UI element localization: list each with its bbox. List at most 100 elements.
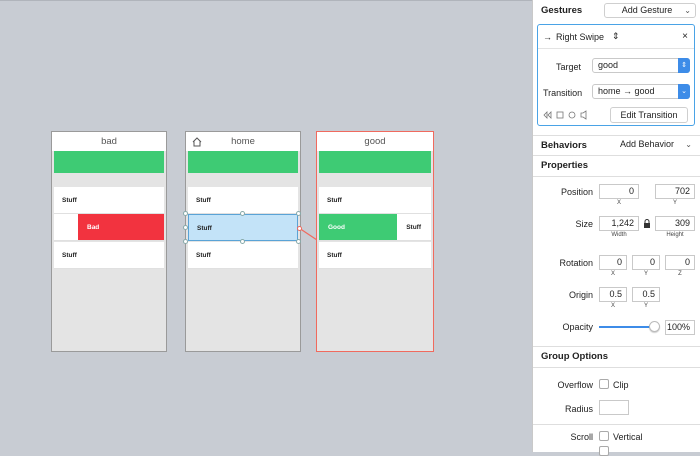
x-sublabel: X [610, 271, 615, 277]
row-label: Stuff [62, 197, 77, 204]
inspector-panel: Gestures Add Gesture ⌄ → Right Swipe ⇕ ×… [532, 0, 700, 456]
list-row[interactable]: Stuff [54, 242, 164, 269]
opacity-input[interactable]: 100% [665, 320, 695, 335]
height-input[interactable]: 309 [655, 216, 695, 231]
z-sublabel: Z [678, 271, 682, 277]
gesture-card[interactable]: → Right Swipe ⇕ × Target good ⇕ Transiti… [537, 24, 695, 126]
resize-handle[interactable] [183, 239, 188, 244]
list-row[interactable]: Stuff [54, 187, 164, 214]
gesture-options-icons[interactable] [543, 110, 595, 120]
scroll-label: Scroll [570, 432, 593, 442]
artboard-bad[interactable]: bad Stuff Bad Stuff [51, 131, 167, 352]
chevron-down-icon: ⌄ [678, 84, 690, 99]
position-x-input[interactable]: 0 [599, 184, 639, 199]
selected-row[interactable]: Stuff [188, 214, 298, 241]
list-row[interactable]: Stuff [188, 187, 298, 214]
gesture-name[interactable]: Right Swipe [556, 32, 604, 42]
bad-action[interactable]: Bad [78, 214, 164, 240]
list-row-swiped[interactable]: Good Stuff [319, 214, 431, 241]
group-options-title: Group Options [541, 351, 609, 362]
rotation-label: Rotation [559, 258, 593, 268]
artboard-title: bad [52, 132, 166, 151]
vertical-label: Vertical [613, 432, 643, 442]
row-label: Stuff [62, 252, 77, 259]
vertical-checkbox[interactable] [599, 431, 609, 441]
clip-label: Clip [613, 380, 629, 390]
resize-handle[interactable] [240, 239, 245, 244]
target-select[interactable]: good ⇕ [592, 58, 690, 73]
edit-transition-button[interactable]: Edit Transition [610, 107, 688, 123]
list-row[interactable]: Stuff [319, 242, 431, 269]
size-label: Size [575, 219, 593, 229]
properties-title: Properties [541, 160, 588, 171]
chevron-down-icon: ⌄ [684, 6, 691, 15]
row-label: Stuff [327, 252, 342, 259]
properties-header: Properties [533, 156, 700, 177]
width-sublabel: Width [611, 232, 627, 238]
artboard-title: home [186, 132, 300, 151]
row-label: Stuff [197, 225, 212, 232]
good-action[interactable]: Good [319, 214, 397, 240]
list-row[interactable]: Stuff [188, 242, 298, 269]
x-sublabel: X [616, 200, 621, 206]
add-behavior-label: Add Behavior [619, 139, 675, 149]
rotation-y-input[interactable]: 0 [632, 255, 660, 270]
list-row-swiped[interactable]: Bad [54, 214, 164, 241]
y-sublabel: Y [643, 271, 648, 277]
arrow-right-icon: → [543, 32, 552, 42]
height-sublabel: Height [666, 232, 684, 238]
design-canvas[interactable]: bad Stuff Bad Stuff home Stuff Stuff Stu… [0, 0, 532, 452]
transition-select[interactable]: home → good ⌄ [592, 84, 690, 99]
row-label: Stuff [406, 224, 421, 231]
behaviors-header: Behaviors Add Behavior ⌄ [533, 135, 700, 156]
origin-y-input[interactable]: 0.5 [632, 287, 660, 302]
width-input[interactable]: 1,242 [599, 216, 639, 231]
gestures-header: Gestures Add Gesture ⌄ [533, 0, 700, 22]
row-label: Stuff [327, 197, 342, 204]
opacity-label: Opacity [562, 322, 593, 332]
updown-chevron-icon[interactable]: ⇕ [612, 31, 620, 42]
rotation-x-input[interactable]: 0 [599, 255, 627, 270]
artboard-title: good [317, 132, 433, 151]
y-sublabel: Y [672, 200, 677, 206]
position-y-input[interactable]: 702 [655, 184, 695, 199]
close-icon[interactable]: × [682, 31, 688, 42]
lock-icon[interactable] [643, 219, 651, 228]
divider [533, 424, 700, 425]
y-sublabel: Y [643, 303, 648, 309]
overflow-label: Overflow [557, 380, 593, 390]
good-label: Good [328, 224, 345, 231]
add-gesture-label: Add Gesture [621, 5, 673, 15]
row-label: Stuff [196, 197, 211, 204]
header-bar [319, 151, 431, 173]
target-value: good [598, 60, 619, 70]
header-bar [188, 151, 298, 173]
resize-handle[interactable] [296, 211, 301, 216]
home-icon [192, 137, 202, 147]
gesture-card-header: → Right Swipe ⇕ × [538, 25, 694, 49]
radius-input[interactable] [599, 400, 629, 415]
add-behavior-button[interactable]: Add Behavior ⌄ [604, 138, 696, 153]
group-options-header: Group Options [533, 346, 700, 368]
chevron-down-icon: ⌄ [685, 140, 692, 149]
artboard-good[interactable]: good Stuff Good Stuff Stuff [316, 131, 434, 352]
origin-label: Origin [568, 290, 593, 300]
origin-x-input[interactable]: 0.5 [599, 287, 627, 302]
resize-handle[interactable] [183, 225, 188, 230]
opacity-slider-track[interactable] [599, 326, 655, 328]
clip-checkbox[interactable] [599, 379, 609, 389]
rotation-z-input[interactable]: 0 [665, 255, 695, 270]
edit-transition-label: Edit Transition [620, 110, 678, 120]
list-row[interactable]: Stuff [319, 187, 431, 214]
opacity-slider-handle[interactable] [649, 321, 660, 332]
horizontal-checkbox[interactable] [599, 446, 609, 456]
add-gesture-button[interactable]: Add Gesture ⌄ [604, 3, 696, 18]
resize-handle[interactable] [240, 211, 245, 216]
canvas-top-border [0, 0, 532, 1]
transition-value: home → good [598, 86, 655, 96]
transition-label: Transition [543, 88, 583, 98]
resize-handle[interactable] [183, 211, 188, 216]
x-sublabel: X [610, 303, 615, 309]
radius-label: Radius [564, 404, 593, 414]
gestures-title: Gestures [541, 5, 583, 16]
